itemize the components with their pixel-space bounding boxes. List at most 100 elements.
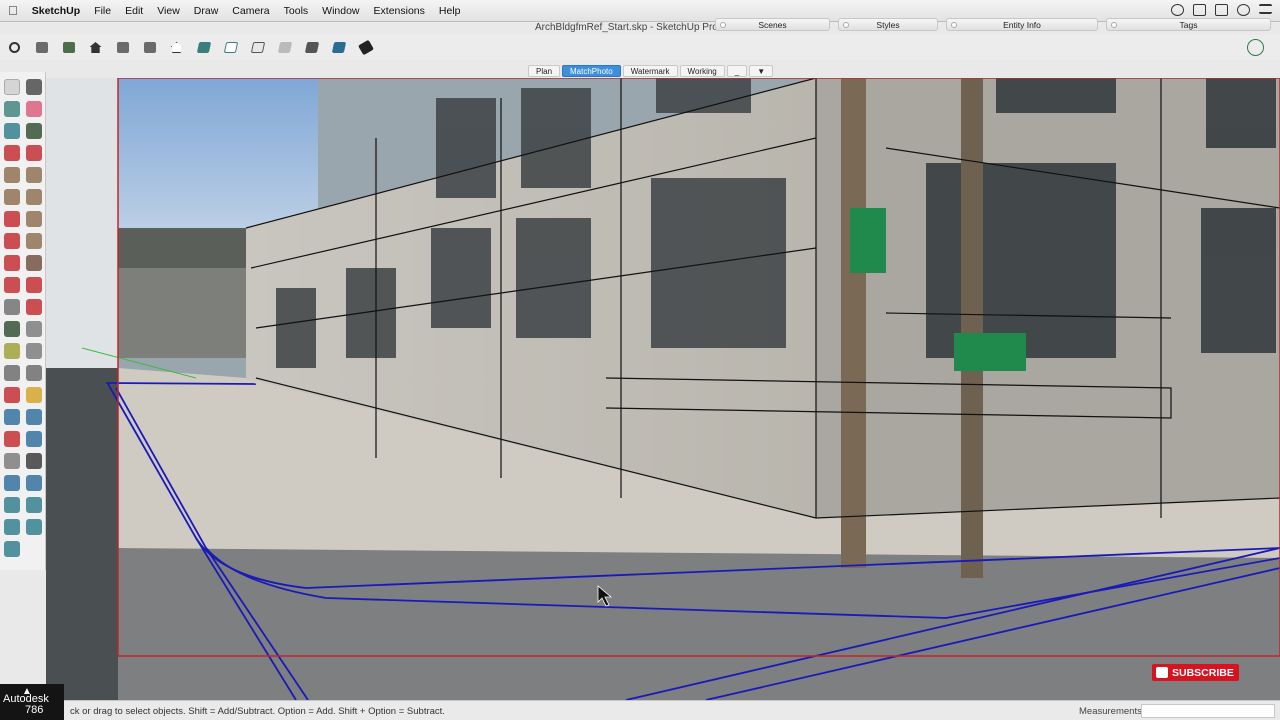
styles-xray-icon[interactable] bbox=[195, 39, 212, 56]
eraser-icon[interactable] bbox=[357, 39, 374, 56]
sandbox-flip-edge-tool-icon[interactable] bbox=[4, 541, 20, 557]
position-camera-tool-icon[interactable] bbox=[26, 431, 42, 447]
push-pull-tool-icon[interactable] bbox=[26, 255, 42, 271]
control-center-icon[interactable] bbox=[1259, 4, 1272, 14]
menu-view[interactable]: View bbox=[157, 5, 180, 17]
sandbox-from-contours-tool-icon[interactable] bbox=[26, 475, 42, 491]
components-tool-icon[interactable] bbox=[4, 123, 20, 139]
walk-tool-icon[interactable] bbox=[4, 453, 20, 469]
text-tool-icon[interactable] bbox=[26, 321, 42, 337]
polygon-tool-icon[interactable] bbox=[26, 189, 42, 205]
screen-icon[interactable] bbox=[1193, 4, 1206, 16]
pencil-tool-icon[interactable] bbox=[26, 123, 42, 139]
account-icon[interactable] bbox=[1247, 39, 1264, 56]
apple-icon[interactable]:  bbox=[8, 3, 18, 18]
menu-help[interactable]: Help bbox=[439, 5, 461, 17]
look-around-tool-icon[interactable] bbox=[26, 453, 42, 469]
line-tool-icon[interactable] bbox=[4, 145, 20, 161]
scale-tool-icon[interactable] bbox=[4, 299, 20, 315]
mirroring-icon[interactable] bbox=[1215, 4, 1228, 16]
styles-shaded-icon[interactable] bbox=[276, 39, 293, 56]
panel-label: Entity Info bbox=[1003, 19, 1041, 30]
match-photo-scene bbox=[46, 78, 1280, 700]
3d-text-tool-icon[interactable] bbox=[26, 365, 42, 381]
rectangle-tool-icon[interactable] bbox=[4, 167, 20, 183]
scene-tab-plan[interactable]: Plan bbox=[528, 65, 561, 77]
menu-edit[interactable]: Edit bbox=[125, 5, 143, 17]
pan-tool-icon[interactable] bbox=[26, 387, 42, 403]
styles-hidden-line-icon[interactable] bbox=[249, 39, 266, 56]
panel-toggle-icon bbox=[1111, 22, 1117, 28]
warehouse-icon[interactable] bbox=[33, 39, 50, 56]
measurements-input[interactable] bbox=[1141, 704, 1275, 718]
2pt-arc-tool-icon[interactable] bbox=[4, 233, 20, 249]
menu-window[interactable]: Window bbox=[322, 5, 359, 17]
scene-tab-extra[interactable]: _ bbox=[726, 65, 748, 77]
home-icon[interactable] bbox=[87, 39, 104, 56]
zoom-extents-tool-icon[interactable] bbox=[4, 431, 20, 447]
section-plane-tool-icon[interactable] bbox=[4, 475, 20, 491]
window-title: ArchBldgfmRef_Start.skp - SketchUp Pro bbox=[535, 22, 718, 33]
menu-tools[interactable]: Tools bbox=[284, 5, 309, 17]
subscribe-icon bbox=[1156, 667, 1168, 678]
3pt-arc-tool-icon[interactable] bbox=[26, 233, 42, 249]
time-machine-icon[interactable] bbox=[1237, 4, 1250, 16]
menu-camera[interactable]: Camera bbox=[232, 5, 269, 17]
tape-measure-tool-icon[interactable] bbox=[4, 321, 20, 337]
drawing-viewport[interactable] bbox=[46, 78, 1280, 700]
axes-tool-icon[interactable] bbox=[26, 343, 42, 359]
orbit-3d-tool-icon[interactable] bbox=[4, 387, 20, 403]
system-status-icons bbox=[1171, 4, 1272, 16]
menu-extra-icon[interactable] bbox=[1171, 4, 1184, 16]
styles-wireframe-icon[interactable] bbox=[222, 39, 239, 56]
scene-tab-working[interactable]: Working bbox=[679, 65, 725, 77]
protractor-tool-icon[interactable] bbox=[4, 343, 20, 359]
sandbox-add-detail-tool-icon[interactable] bbox=[26, 519, 42, 535]
panel-tags[interactable]: Tags bbox=[1106, 18, 1271, 31]
subscribe-button[interactable]: SUBSCRIBE bbox=[1152, 664, 1239, 681]
sandbox-stamp-tool-icon[interactable] bbox=[26, 497, 42, 513]
menu-app-name[interactable]: SketchUp bbox=[32, 5, 80, 17]
iso-view-icon[interactable] bbox=[114, 39, 131, 56]
panel-scenes[interactable]: Scenes bbox=[715, 18, 830, 31]
orbit-tool-icon[interactable] bbox=[26, 79, 42, 95]
circle-tool-icon[interactable] bbox=[4, 189, 20, 205]
move-tool-icon[interactable] bbox=[4, 255, 20, 271]
front-view-icon[interactable] bbox=[168, 39, 185, 56]
pie-tool-icon[interactable] bbox=[26, 211, 42, 227]
panel-toggle-icon bbox=[720, 22, 726, 28]
zoom-tool-icon[interactable] bbox=[4, 409, 20, 425]
extension-warehouse-icon[interactable] bbox=[60, 39, 77, 56]
tray-panels: Scenes Styles Entity Info Tags bbox=[715, 18, 1275, 32]
menu-draw[interactable]: Draw bbox=[194, 5, 219, 17]
select-tool-icon[interactable] bbox=[4, 79, 20, 95]
rotate-tool-icon[interactable] bbox=[4, 277, 20, 293]
offset-tool-icon[interactable] bbox=[26, 299, 42, 315]
panel-label: Styles bbox=[876, 19, 900, 30]
panel-toggle-icon bbox=[843, 22, 849, 28]
autodesk-logo-icon: ▲ bbox=[22, 686, 32, 697]
follow-me-tool-icon[interactable] bbox=[26, 277, 42, 293]
eraser-tool-icon[interactable] bbox=[26, 101, 42, 117]
panel-entity-info[interactable]: Entity Info bbox=[946, 18, 1098, 31]
sandbox-drape-tool-icon[interactable] bbox=[4, 519, 20, 535]
menu-extensions[interactable]: Extensions bbox=[374, 5, 425, 17]
scene-tab-matchphoto[interactable]: MatchPhoto bbox=[562, 65, 621, 77]
zoom-window-tool-icon[interactable] bbox=[26, 409, 42, 425]
rotated-rectangle-tool-icon[interactable] bbox=[26, 167, 42, 183]
scene-tabs-dropdown-icon[interactable]: ▼ bbox=[749, 65, 774, 77]
autodesk-watermark: ▲ Autodesk 786 bbox=[0, 684, 64, 720]
paint-bucket-tool-icon[interactable] bbox=[4, 101, 20, 117]
styles-monochrome-icon[interactable] bbox=[330, 39, 347, 56]
search-icon[interactable] bbox=[6, 39, 23, 56]
arc-tool-icon[interactable] bbox=[4, 211, 20, 227]
dimension-tool-icon[interactable] bbox=[4, 365, 20, 381]
sandbox-smoove-tool-icon[interactable] bbox=[4, 497, 20, 513]
measurements-label: Measurements bbox=[1079, 706, 1142, 717]
top-view-icon[interactable] bbox=[141, 39, 158, 56]
scene-tab-watermark[interactable]: Watermark bbox=[622, 65, 678, 77]
freehand-tool-icon[interactable] bbox=[26, 145, 42, 161]
styles-textures-icon[interactable] bbox=[303, 39, 320, 56]
panel-styles[interactable]: Styles bbox=[838, 18, 938, 31]
menu-file[interactable]: File bbox=[94, 5, 111, 17]
